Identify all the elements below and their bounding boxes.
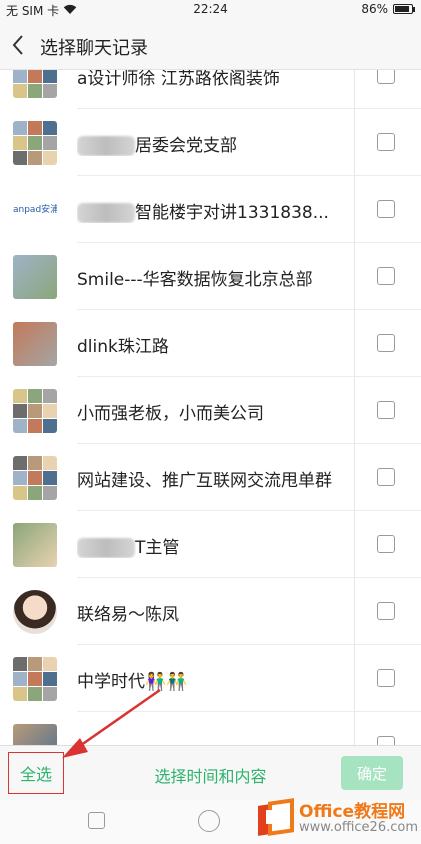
battery-fill — [395, 6, 409, 12]
obscured-text — [77, 136, 135, 156]
battery-percent: 86% — [361, 2, 388, 16]
row-separator — [354, 176, 355, 243]
obscured-text — [77, 203, 135, 223]
office-logo-icon — [258, 798, 294, 838]
chat-name: Smile---华客数据恢复北京总部 — [77, 270, 313, 290]
chat-row[interactable]: Smile---华客数据恢复北京总部 — [0, 243, 421, 310]
chat-name: 网站建设、推广互联网交流甩单群 — [77, 471, 332, 491]
chat-row[interactable]: T主管 — [0, 511, 421, 578]
row-separator — [354, 511, 355, 578]
avatar — [13, 657, 57, 701]
chat-checkbox[interactable] — [377, 334, 395, 352]
chat-row[interactable]: 居委会党支部 — [0, 109, 421, 176]
watermark: Office教程网 www.office26.com — [258, 796, 418, 842]
chat-checkbox[interactable] — [377, 736, 395, 745]
chat-row[interactable]: 联络易～陈凤 — [0, 578, 421, 645]
page-title: 选择聊天记录 — [40, 38, 148, 59]
back-button[interactable] — [8, 32, 30, 58]
chat-list-inner: a设计师徐 江苏路依阁装饰居委会党支部 anpad安浦 智能楼宇对讲1331838.… — [0, 70, 421, 745]
chat-row[interactable] — [0, 712, 421, 745]
avatar — [13, 255, 57, 299]
chat-row[interactable]: a设计师徐 江苏路依阁装饰 — [0, 70, 421, 109]
watermark-text: Office教程网 www.office26.com — [299, 801, 418, 836]
row-separator — [354, 712, 355, 745]
chat-list[interactable]: a设计师徐 江苏路依阁装饰居委会党支部 anpad安浦 智能楼宇对讲1331838.… — [0, 70, 421, 745]
avatar — [13, 590, 57, 634]
chat-name: T主管 — [77, 533, 179, 558]
avatar — [13, 322, 57, 366]
avatar — [13, 456, 57, 500]
row-separator — [354, 109, 355, 176]
chat-row[interactable]: 小而强老板，小而美公司 — [0, 377, 421, 444]
chat-row[interactable]: 网站建设、推广互联网交流甩单群 — [0, 444, 421, 511]
obscured-text — [77, 538, 135, 558]
chat-row[interactable]: dlink珠江路 — [0, 310, 421, 377]
chat-row[interactable]: 中学时代👫👬 — [0, 645, 421, 712]
avatar — [13, 70, 57, 98]
status-bar: 无 SIM 卡 22:24 86% — [0, 0, 421, 20]
chat-name: 联络易～陈凤 — [77, 605, 179, 625]
title-bar: 选择聊天记录 — [0, 20, 421, 70]
chat-checkbox[interactable] — [377, 133, 395, 151]
watermark-title: Office教程网 — [299, 801, 406, 822]
chat-name: a设计师徐 江苏路依阁装饰 — [77, 70, 280, 89]
chat-row[interactable]: anpad安浦 智能楼宇对讲1331838... — [0, 176, 421, 243]
chat-checkbox[interactable] — [377, 70, 395, 84]
bottom-bar: 全选 选择时间和内容 确定 — [0, 745, 421, 800]
emoji-icon: 👫👬 — [145, 672, 188, 692]
chat-checkbox[interactable] — [377, 267, 395, 285]
chat-checkbox[interactable] — [377, 602, 395, 620]
row-separator — [354, 70, 355, 109]
watermark-url: www.office26.com — [299, 820, 418, 836]
row-separator — [354, 645, 355, 712]
chat-checkbox[interactable] — [377, 200, 395, 218]
avatar — [13, 121, 57, 165]
row-separator — [354, 243, 355, 310]
chevron-left-icon — [12, 35, 23, 55]
battery-icon — [393, 4, 415, 14]
avatar — [13, 523, 57, 567]
chat-name: 中学时代👫👬 — [77, 672, 188, 692]
avatar — [13, 724, 57, 745]
chat-checkbox[interactable] — [377, 535, 395, 553]
recent-apps-icon[interactable] — [88, 812, 105, 829]
row-separator — [354, 310, 355, 377]
row-separator — [354, 377, 355, 444]
home-icon[interactable] — [198, 810, 220, 832]
row-separator — [354, 444, 355, 511]
status-right: 86% — [361, 2, 415, 16]
avatar: anpad安浦 — [13, 188, 57, 232]
chat-checkbox[interactable] — [377, 669, 395, 687]
chat-name: 智能楼宇对讲1331838... — [77, 198, 329, 223]
chat-checkbox[interactable] — [377, 468, 395, 486]
avatar — [13, 389, 57, 433]
clock: 22:24 — [193, 2, 228, 16]
row-separator — [354, 578, 355, 645]
chat-checkbox[interactable] — [377, 401, 395, 419]
chat-name: dlink珠江路 — [77, 337, 169, 357]
chat-name: 小而强老板，小而美公司 — [77, 404, 264, 424]
chat-name: 居委会党支部 — [77, 131, 237, 156]
confirm-button[interactable]: 确定 — [341, 756, 403, 790]
